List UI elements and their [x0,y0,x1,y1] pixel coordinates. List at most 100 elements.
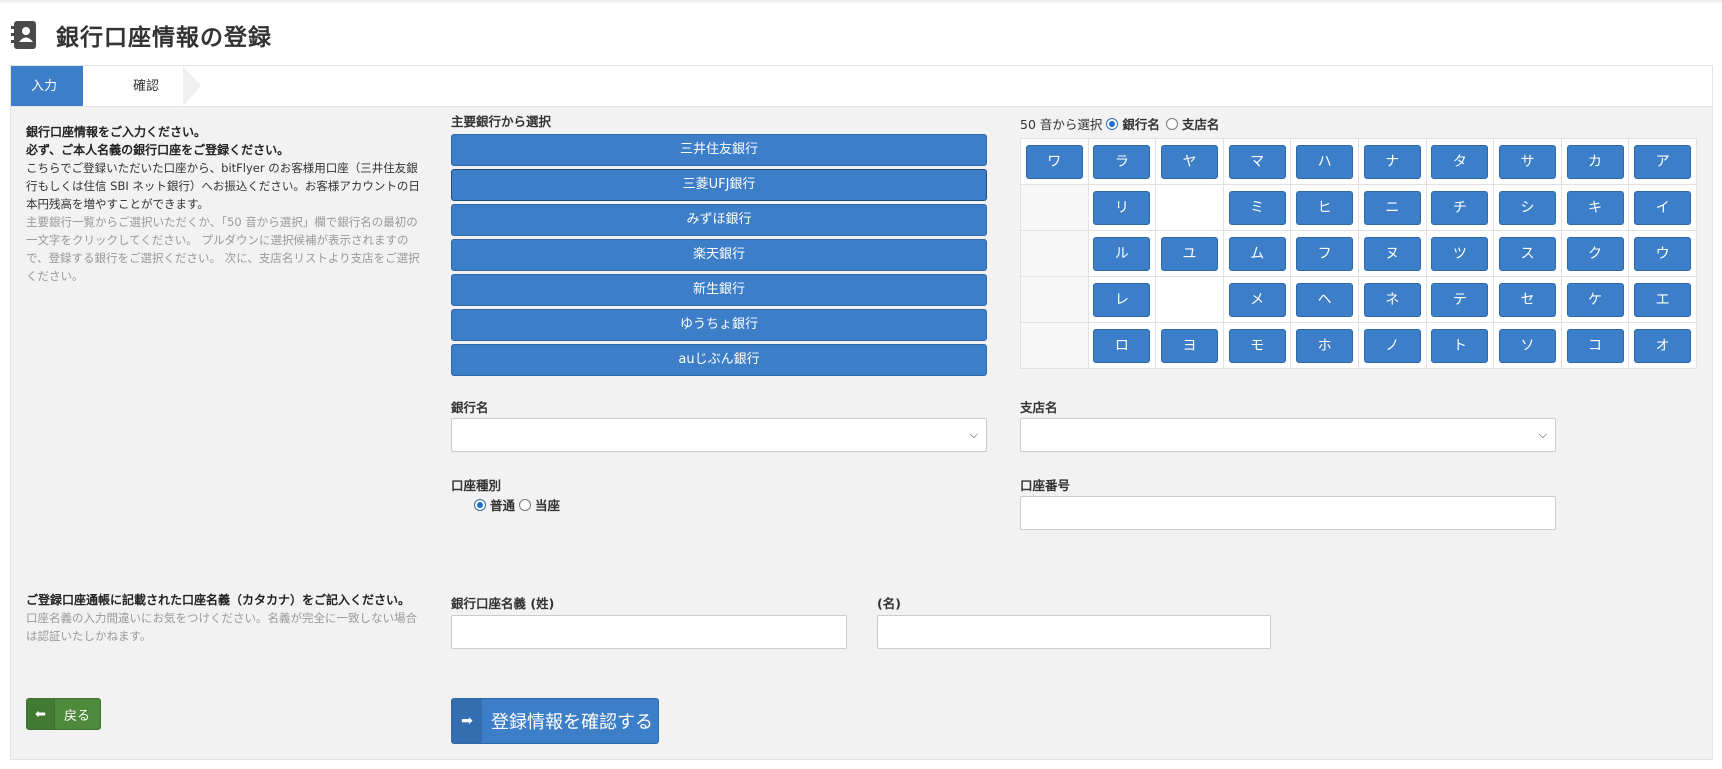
kana-button[interactable]: セ [1498,282,1556,317]
kana-cell: カ [1560,138,1630,185]
kana-button[interactable]: ス [1498,236,1556,271]
bank-name-select[interactable]: ⌵ [451,418,987,452]
kana-button[interactable]: ル [1093,236,1151,271]
account-type-label: 口座種別 [451,478,502,493]
holder-note: ご登録口座通帳に記載された口座名義（カタカナ）をご記入ください。 口座名義の入力… [26,591,421,645]
kana-button[interactable]: ヌ [1363,236,1421,271]
kana-button[interactable]: オ [1634,328,1692,363]
kana-button[interactable]: ケ [1566,282,1624,317]
page-header: 銀行口座情報の登録 [10,18,272,52]
kana-button[interactable]: ヨ [1160,328,1218,363]
kana-button[interactable]: レ [1093,282,1151,317]
kana-button[interactable]: マ [1228,144,1286,179]
kana-button[interactable]: コ [1566,328,1624,363]
radio-branch-name[interactable] [1165,117,1178,130]
kana-button[interactable]: ミ [1228,190,1286,225]
kana-button[interactable]: ウ [1634,236,1692,271]
kana-button[interactable]: メ [1228,282,1286,317]
radio-current[interactable] [519,498,532,511]
kana-cell: ヨ [1155,322,1224,369]
confirm-button-label: 登録情報を確認する [491,712,653,733]
kana-button[interactable]: ワ [1025,144,1083,179]
bank-button-mizuho[interactable]: みずほ銀行 [451,204,987,236]
kana-cell: ヒ [1290,184,1359,231]
kana-button[interactable]: ニ [1363,190,1421,225]
kana-button[interactable]: イ [1634,190,1692,225]
kana-cell: ラ [1087,138,1157,185]
kana-cell: タ [1425,138,1495,185]
holder-first-input[interactable] [877,615,1271,649]
radio-bank-name-label: 銀行名 [1122,117,1160,132]
kana-cell: ニ [1357,184,1427,231]
kana-button[interactable]: ノ [1363,328,1421,363]
holder-last-input[interactable] [451,615,847,649]
kana-button[interactable]: ロ [1093,328,1151,363]
kana-button[interactable]: ハ [1296,144,1354,179]
kana-cell: コ [1560,322,1630,369]
kana-button[interactable]: ヒ [1296,190,1354,225]
back-button[interactable]: ⬅ 戻る [26,698,101,730]
kana-cell: シ [1493,184,1562,231]
branch-name-select[interactable]: ⌵ [1020,418,1556,452]
kana-cell: ナ [1357,138,1427,185]
kana-button[interactable]: ト [1431,328,1489,363]
kana-button[interactable]: エ [1634,282,1692,317]
kana-button[interactable]: カ [1566,144,1624,179]
kana-cell: ヘ [1290,276,1359,323]
holder-last-label: 銀行口座名義 (姓) [451,596,555,611]
kana-cell: ネ [1357,276,1427,323]
kana-cell: ウ [1628,230,1697,277]
account-number-input[interactable] [1020,496,1556,530]
kana-button[interactable]: ソ [1498,328,1556,363]
kana-button[interactable]: ア [1634,144,1692,179]
kana-cell: オ [1628,322,1697,369]
kana-button[interactable]: シ [1498,190,1556,225]
radio-bank-name[interactable] [1106,117,1119,130]
kana-button[interactable]: モ [1228,328,1286,363]
kana-cell: セ [1493,276,1562,323]
kana-button[interactable]: フ [1296,236,1354,271]
kana-button[interactable]: ヤ [1160,144,1218,179]
bank-button-rakuten[interactable]: 楽天銀行 [451,239,987,271]
step-indicator: 入力 確認 [10,65,1713,107]
top-shadow [0,0,1722,4]
bank-button-yucho[interactable]: ゆうちょ銀行 [451,309,987,341]
kana-button[interactable]: ナ [1363,144,1421,179]
kana-cell: ロ [1087,322,1157,369]
bank-button-mufg[interactable]: 三菱UFJ銀行 [451,169,987,201]
kana-button[interactable]: ム [1228,236,1286,271]
kana-cell: ツ [1425,230,1495,277]
kana-button[interactable]: チ [1431,190,1489,225]
kana-button[interactable]: ツ [1431,236,1489,271]
kana-grid: ワラヤマハナタサカアリ ミヒニチシキイルユムフヌツスクウレ メヘネテセケエロヨモホノ… [1020,138,1697,369]
kana-cell [1020,184,1089,231]
kana-button[interactable]: テ [1431,282,1489,317]
kana-button[interactable]: ラ [1093,144,1151,179]
kana-cell: イ [1628,184,1697,231]
arrow-left-icon: ⬅ [27,699,55,729]
account-type-radios: 普通 当座 [470,495,560,514]
kana-button[interactable]: タ [1431,144,1489,179]
kana-cell: ワ [1020,138,1089,185]
kana-button[interactable]: サ [1498,144,1556,179]
confirm-button[interactable]: ➡ 登録情報を確認する [451,698,659,744]
kana-button[interactable]: ユ [1160,236,1218,271]
kana-cell: ヌ [1357,230,1427,277]
radio-ordinary[interactable] [474,498,486,511]
bank-button-smbc[interactable]: 三井住友銀行 [451,134,987,166]
kana-button[interactable]: ク [1566,236,1624,271]
kana-cell: キ [1560,184,1630,231]
holder-note-bold: ご登録口座通帳に記載された口座名義（カタカナ）をご記入ください。 [26,593,411,607]
bank-button-au-jibun[interactable]: auじぶん銀行 [451,344,987,376]
kana-button[interactable]: ホ [1296,328,1354,363]
kana-button[interactable]: ヘ [1296,282,1354,317]
kana-button[interactable]: リ [1093,190,1151,225]
kana-cell: チ [1425,184,1495,231]
kana-button[interactable]: ネ [1363,282,1421,317]
kana-cell: ハ [1290,138,1359,185]
bank-name-label: 銀行名 [451,400,489,415]
radio-ordinary-label: 普通 [490,498,516,513]
kana-cell: ソ [1493,322,1562,369]
kana-button[interactable]: キ [1566,190,1624,225]
bank-button-shinsei[interactable]: 新生銀行 [451,274,987,306]
